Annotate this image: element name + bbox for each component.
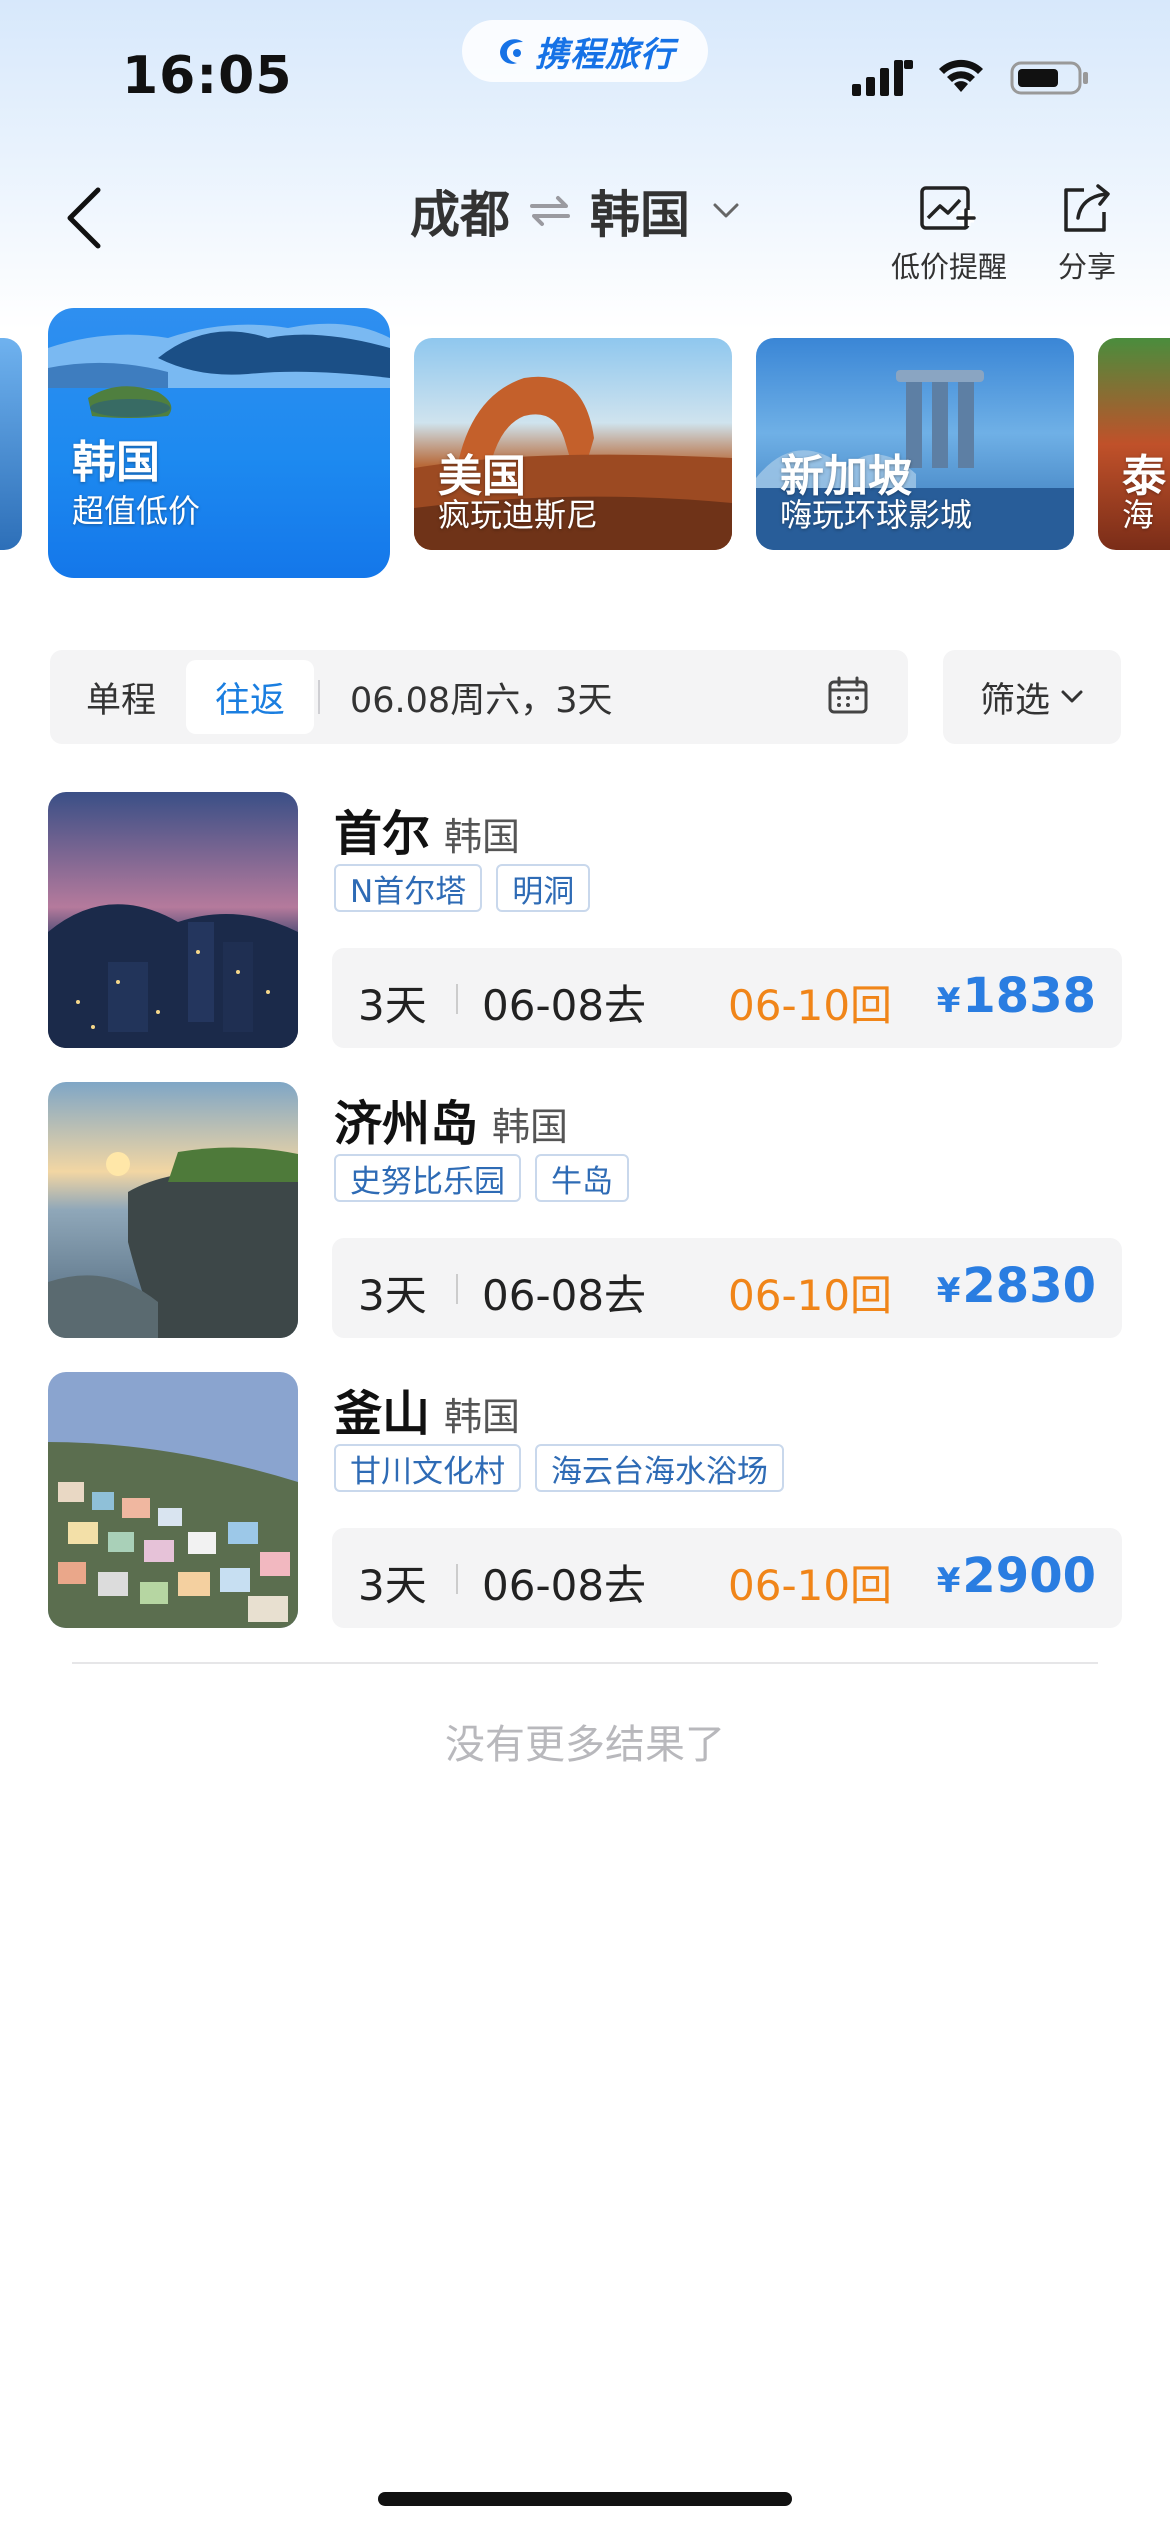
destination-subtitle: 嗨玩环球影城 bbox=[780, 496, 973, 534]
seoul-photo bbox=[48, 792, 298, 1048]
price-value: 1838 bbox=[962, 968, 1096, 1024]
trip-options-bar: 单程 往返 06.08周六，3天 bbox=[50, 650, 908, 744]
city-name: 济州岛 bbox=[334, 1096, 479, 1152]
destination-card-singapore[interactable]: 新加坡 嗨玩环球影城 bbox=[756, 338, 1074, 550]
return-date: 06-10回 bbox=[728, 1561, 893, 1610]
depart-date: 06-08去 bbox=[482, 1561, 647, 1610]
result-tags: 史努比乐园 牛岛 bbox=[334, 1154, 629, 1202]
chevron-down-icon bbox=[1061, 690, 1083, 703]
round-trip-label: 往返 bbox=[214, 680, 285, 721]
result-tags: N首尔塔 明洞 bbox=[334, 864, 591, 912]
price: ¥2900 bbox=[937, 1548, 1096, 1604]
currency-symbol: ¥ bbox=[936, 981, 961, 1021]
one-way-tab[interactable]: 单程 bbox=[86, 672, 156, 723]
depart-date: 06-08去 bbox=[482, 981, 647, 1030]
status-bar: 16:05 携程旅行 bbox=[0, 0, 1170, 150]
depart-date: 06-08去 bbox=[482, 1271, 647, 1320]
city-name: 首尔 bbox=[334, 806, 431, 862]
country-name: 韩国 bbox=[444, 815, 521, 859]
destination-carousel[interactable]: 韩国 超值低价 美国 疯玩迪斯尼 新加坡 嗨玩环球影城 泰 海 bbox=[0, 300, 1170, 590]
route-selector[interactable]: 成都 韩国 bbox=[410, 176, 740, 246]
date-selector[interactable]: 06.08周六，3天 bbox=[350, 672, 612, 723]
destination-card-partial[interactable] bbox=[0, 338, 22, 550]
back-button[interactable] bbox=[60, 182, 108, 254]
tag: 牛岛 bbox=[535, 1154, 629, 1202]
currency-symbol: ¥ bbox=[936, 1561, 961, 1601]
share-label: 分享 bbox=[1057, 250, 1116, 284]
filter-label: 筛选 bbox=[979, 680, 1050, 721]
destination-subtitle: 疯玩迪斯尼 bbox=[438, 496, 599, 534]
destination-subtitle: 超值低价 bbox=[72, 492, 201, 530]
trip-duration: 3天 bbox=[358, 981, 427, 1030]
share-button[interactable]: 分享 bbox=[1050, 180, 1124, 286]
trip-duration: 3天 bbox=[358, 1561, 427, 1610]
return-date: 06-10回 bbox=[728, 981, 893, 1030]
divider bbox=[456, 984, 458, 1014]
destination-card-thailand[interactable]: 泰 海 bbox=[1098, 338, 1170, 550]
share-icon bbox=[1064, 184, 1110, 232]
price-value: 2900 bbox=[962, 1548, 1096, 1604]
currency-symbol: ¥ bbox=[936, 1271, 961, 1311]
result-city: 济州岛 韩国 bbox=[334, 1084, 568, 1154]
filter-button[interactable]: 筛选 bbox=[943, 650, 1121, 744]
price-alert-icon bbox=[920, 186, 976, 230]
swap-icon[interactable] bbox=[528, 194, 572, 228]
destination-name: 韩国 bbox=[72, 437, 160, 488]
tag: 海云台海水浴场 bbox=[535, 1444, 784, 1492]
wifi-icon bbox=[939, 59, 983, 92]
country-name: 韩国 bbox=[444, 1395, 521, 1439]
divider bbox=[456, 1274, 458, 1304]
trip-summary[interactable]: 3天 06-08去 06-10回 ¥2900 bbox=[332, 1528, 1122, 1628]
return-date: 06-10回 bbox=[728, 1271, 893, 1320]
chevron-down-icon bbox=[713, 203, 739, 218]
ctrip-logo-icon bbox=[500, 39, 523, 64]
result-item-busan[interactable]: 釜山 韩国 甘川文化村 海云台海水浴场 3天 06-08去 06-10回 ¥290… bbox=[48, 1372, 1122, 1630]
destination-card-korea[interactable]: 韩国 超值低价 bbox=[48, 308, 390, 578]
jeju-photo bbox=[48, 1082, 298, 1338]
country-name: 韩国 bbox=[492, 1105, 569, 1149]
result-city: 首尔 韩国 bbox=[334, 794, 520, 864]
result-item-jeju[interactable]: 济州岛 韩国 史努比乐园 牛岛 3天 06-08去 06-10回 ¥2830 bbox=[48, 1082, 1122, 1340]
destination-country: 韩国 bbox=[590, 186, 690, 244]
price-alert-label: 低价提醒 bbox=[890, 250, 1007, 284]
tag: 明洞 bbox=[496, 864, 591, 912]
tag: N首尔塔 bbox=[334, 864, 483, 912]
price-alert-button[interactable]: 低价提醒 bbox=[884, 180, 1014, 286]
price: ¥1838 bbox=[937, 968, 1096, 1024]
tag: 史努比乐园 bbox=[334, 1154, 521, 1202]
battery-icon bbox=[1010, 61, 1088, 95]
brand-name: 携程旅行 bbox=[535, 34, 675, 75]
price: ¥2830 bbox=[937, 1258, 1096, 1314]
origin-city: 成都 bbox=[410, 186, 510, 244]
divider bbox=[72, 1662, 1098, 1664]
trip-duration: 3天 bbox=[358, 1271, 427, 1320]
result-city: 釜山 韩国 bbox=[334, 1374, 520, 1444]
brand-pill[interactable]: 携程旅行 bbox=[462, 20, 708, 82]
price-value: 2830 bbox=[962, 1258, 1096, 1314]
busan-photo bbox=[48, 1372, 298, 1628]
cellular-signal-icon bbox=[852, 60, 913, 96]
home-indicator[interactable] bbox=[378, 2492, 792, 2506]
result-tags: 甘川文化村 海云台海水浴场 bbox=[334, 1444, 784, 1492]
no-more-results-text: 没有更多结果了 bbox=[445, 1722, 725, 1768]
destination-subtitle: 海 bbox=[1122, 496, 1155, 534]
trip-summary[interactable]: 3天 06-08去 06-10回 ¥1838 bbox=[332, 948, 1122, 1048]
destination-card-usa[interactable]: 美国 疯玩迪斯尼 bbox=[414, 338, 732, 550]
result-item-seoul[interactable]: 首尔 韩国 N首尔塔 明洞 3天 06-08去 06-10回 ¥1838 bbox=[48, 792, 1122, 1050]
status-time: 16:05 bbox=[122, 46, 293, 106]
city-name: 釜山 bbox=[334, 1386, 431, 1442]
divider bbox=[456, 1564, 458, 1594]
round-trip-tab[interactable]: 往返 bbox=[186, 660, 314, 734]
divider bbox=[318, 680, 320, 714]
tag: 甘川文化村 bbox=[334, 1444, 521, 1492]
calendar-icon[interactable] bbox=[826, 674, 870, 718]
trip-summary[interactable]: 3天 06-08去 06-10回 ¥2830 bbox=[332, 1238, 1122, 1338]
